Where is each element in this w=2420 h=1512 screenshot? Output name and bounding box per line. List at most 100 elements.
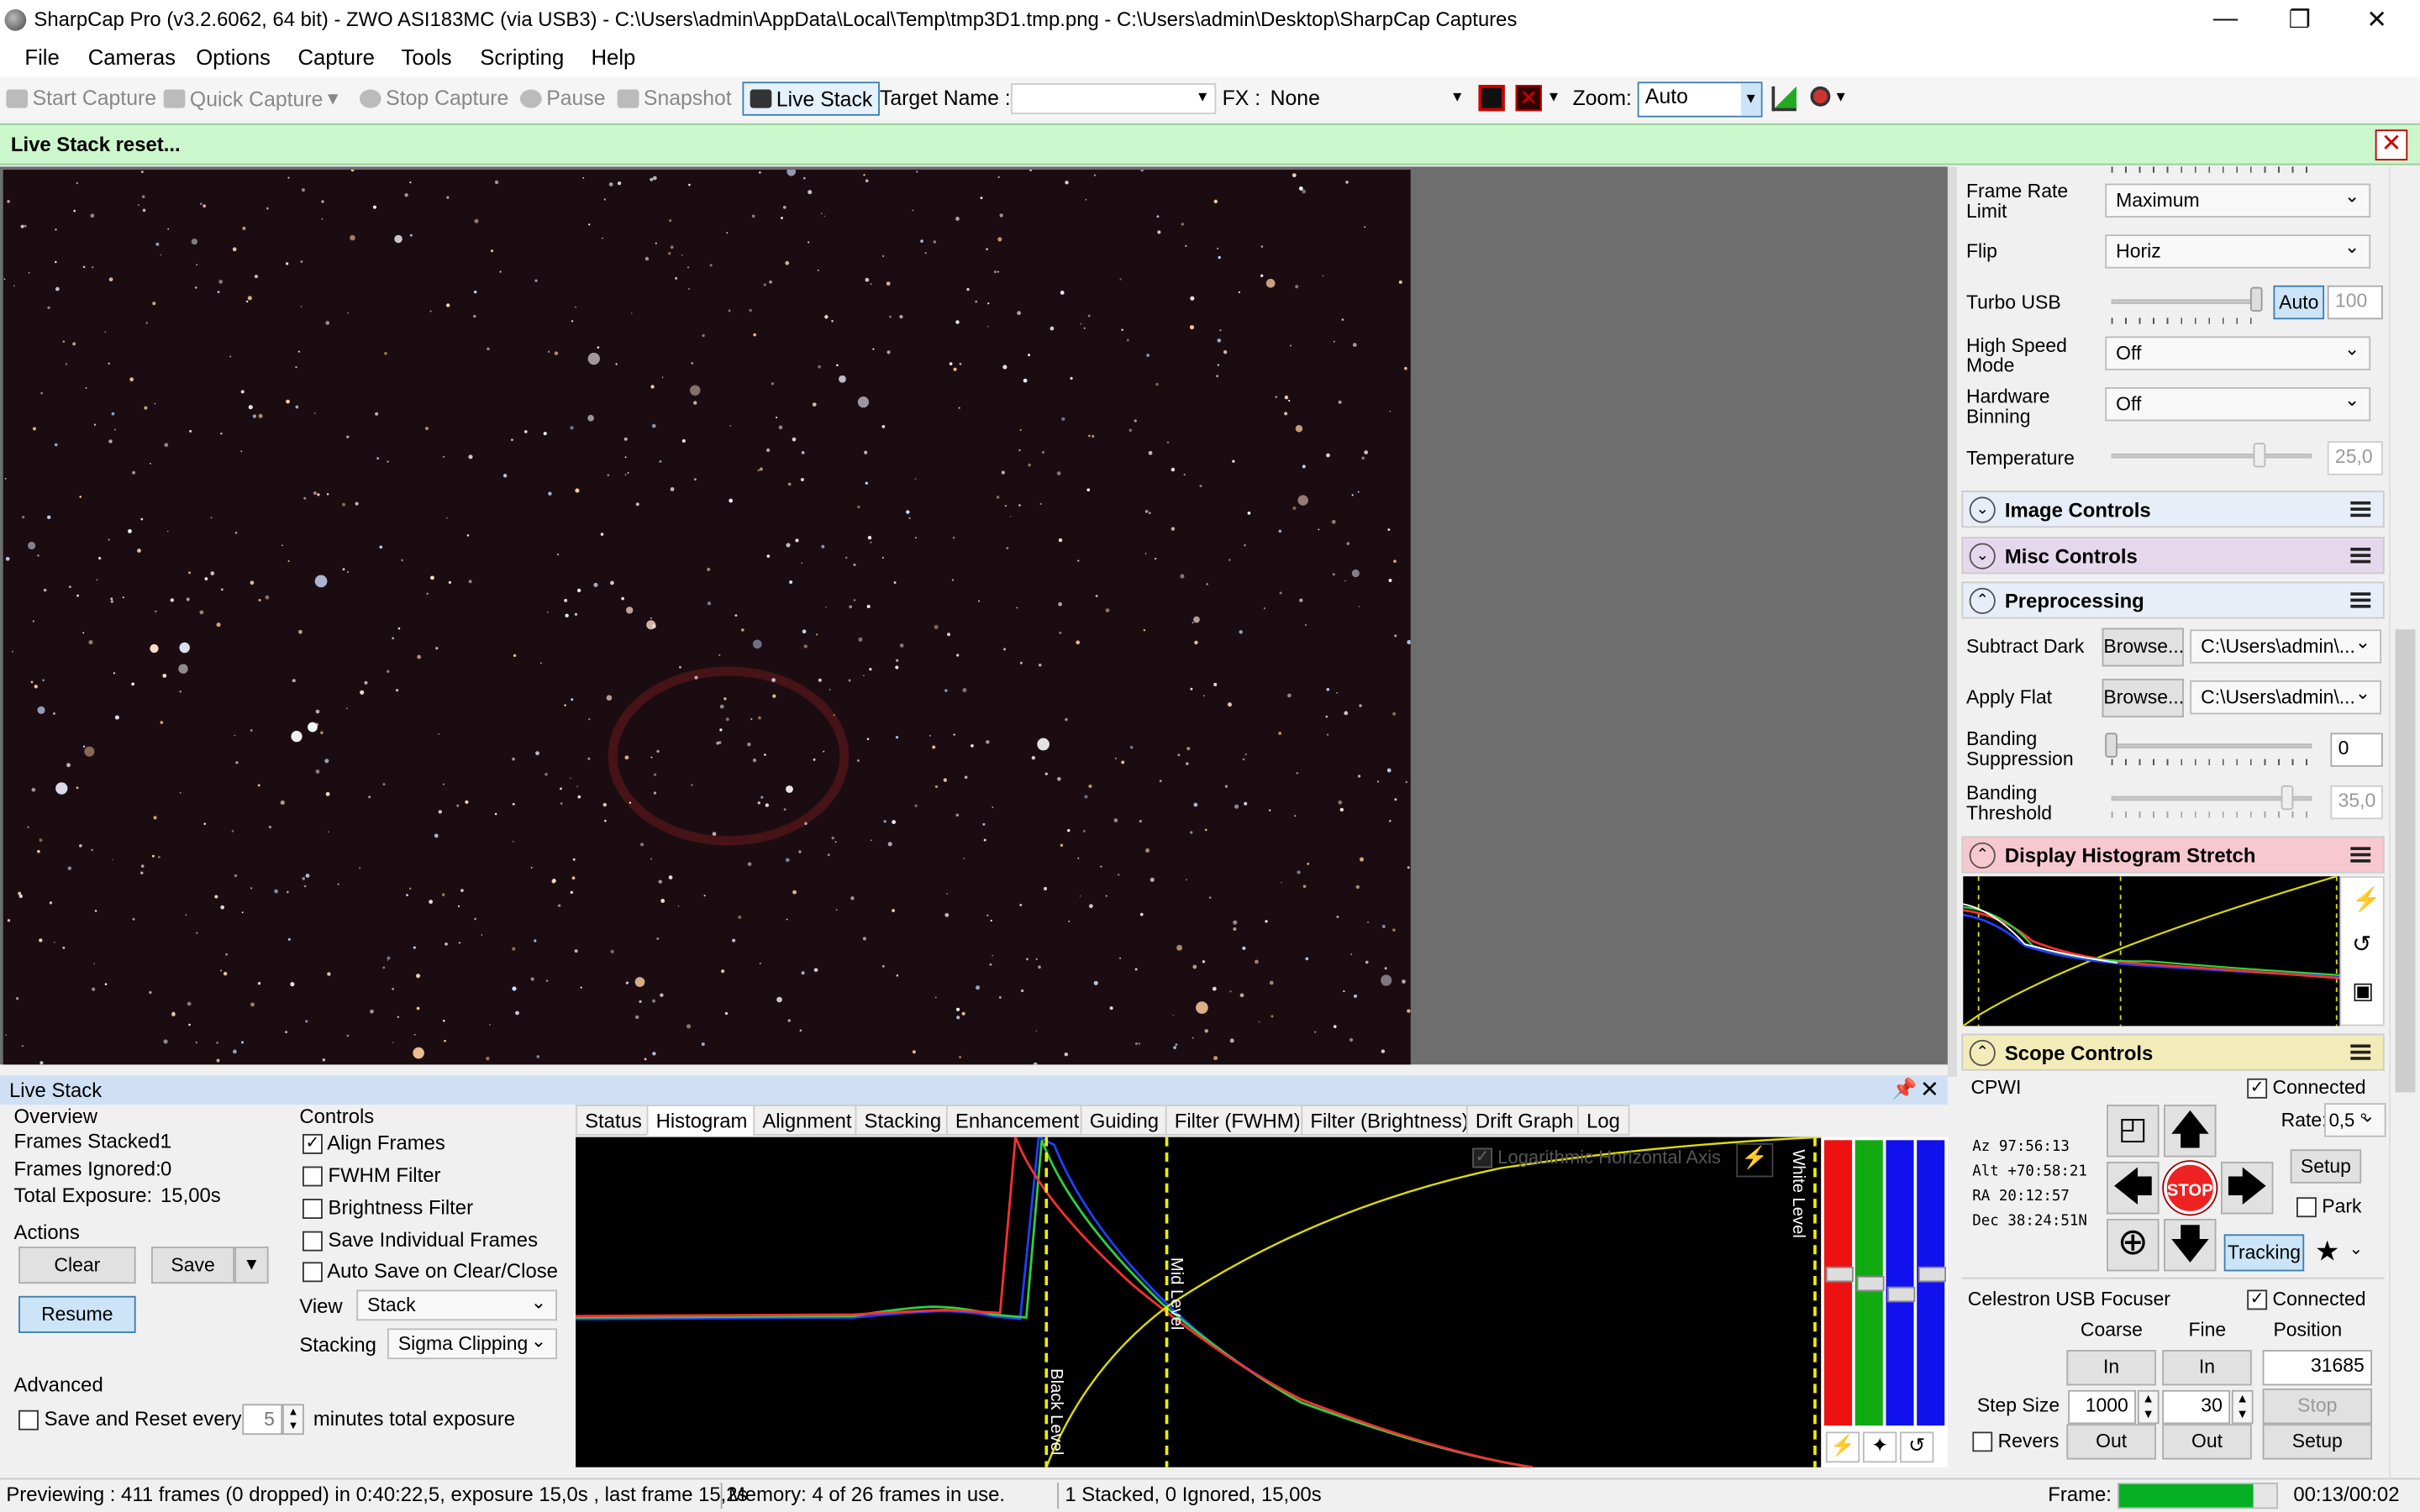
menu-file[interactable]: File xyxy=(24,45,59,69)
hardware-binning-select[interactable]: Off xyxy=(2105,387,2371,422)
save-icon[interactable]: ▣ xyxy=(2352,977,2374,1004)
lum-slider-thumb[interactable] xyxy=(1918,1266,1947,1283)
dark-path-select[interactable]: C:\Users\admin\... xyxy=(2190,629,2382,664)
lightning-icon[interactable]: ⚡ xyxy=(1825,1431,1860,1463)
coarse-out-button[interactable]: Out xyxy=(2066,1424,2156,1460)
coarse-in-button[interactable]: In xyxy=(2066,1350,2156,1386)
menu-icon[interactable] xyxy=(2350,592,2371,608)
snapshot-button[interactable]: Snapshot xyxy=(617,87,732,109)
browse-dark-button[interactable]: Browse... xyxy=(2102,627,2184,667)
tab-histogram[interactable]: Histogram xyxy=(646,1105,757,1136)
brightness-filter-checkbox[interactable]: Brightness Filter xyxy=(302,1195,473,1220)
arrow-up-icon[interactable]: 🡅 xyxy=(2164,1105,2217,1158)
view-select[interactable]: Stack xyxy=(356,1289,558,1321)
reset-icon[interactable]: ↺ xyxy=(1899,1431,1934,1463)
fwhm-filter-checkbox[interactable]: FWHM Filter xyxy=(302,1163,440,1187)
quick-capture-button[interactable]: Quick Capture ▾ xyxy=(163,87,338,111)
high-speed-select[interactable]: Off xyxy=(2105,336,2371,370)
arrow-left-icon[interactable]: 🡄 xyxy=(2107,1162,2160,1215)
green-slider-thumb[interactable] xyxy=(1856,1275,1885,1292)
arrow-right-icon[interactable]: 🡆 xyxy=(2221,1162,2274,1215)
minimize-icon[interactable]: — xyxy=(2188,0,2262,40)
blue-level-slider-2[interactable] xyxy=(1917,1140,1945,1426)
turbo-usb-thumb[interactable] xyxy=(2249,286,2263,312)
red-slider-thumb[interactable] xyxy=(1825,1266,1854,1283)
fine-step-field[interactable]: 30 xyxy=(2162,1389,2231,1425)
menu-cameras[interactable]: Cameras xyxy=(88,45,176,69)
close-icon[interactable]: ✕ xyxy=(2375,129,2408,161)
fine-step-spinner[interactable]: ▲ ▼ xyxy=(2231,1389,2254,1425)
clear-button[interactable]: Clear xyxy=(18,1247,136,1284)
banding-suppression-thumb[interactable] xyxy=(2105,732,2118,758)
minutes-spinner[interactable]: ▲ ▼ xyxy=(282,1404,304,1436)
menu-help[interactable]: Help xyxy=(591,45,635,69)
turbo-value-field[interactable]: 100 xyxy=(2327,285,2383,320)
tab-guiding[interactable]: Guiding xyxy=(1080,1105,1169,1136)
lightning-icon[interactable]: ⚡ xyxy=(2352,885,2381,913)
restore-icon[interactable]: ❐ xyxy=(2263,0,2337,40)
spiral-search-icon[interactable]: ◰ xyxy=(2107,1105,2160,1158)
scope-connected-checkbox[interactable]: ✓ Connected xyxy=(2247,1078,2366,1100)
histogram-icon[interactable] xyxy=(1771,86,1797,112)
fx-select[interactable]: None ▾ xyxy=(1262,83,1471,114)
tab-status[interactable]: Status xyxy=(576,1105,651,1136)
pin-icon[interactable]: 📌 xyxy=(1892,1077,1918,1101)
focuser-setup-button[interactable]: Setup xyxy=(2262,1424,2373,1460)
log-axis-checkbox[interactable]: ✓ Logarithmic Horizontal Axis xyxy=(1472,1147,1721,1168)
tracking-button[interactable]: Tracking xyxy=(2223,1234,2305,1272)
menu-icon[interactable] xyxy=(2350,548,2371,564)
position-field[interactable]: 31685 xyxy=(2262,1350,2373,1386)
banding-suppression-slider[interactable] xyxy=(2111,743,2312,748)
focuser-connected-checkbox[interactable]: ✓ Connected xyxy=(2247,1289,2366,1310)
save-individual-checkbox[interactable]: Save Individual Frames xyxy=(302,1228,538,1252)
close-icon[interactable]: ✕ xyxy=(2339,0,2413,40)
menu-capture[interactable]: Capture xyxy=(297,45,374,69)
red-level-slider[interactable] xyxy=(1823,1140,1853,1426)
coarse-step-spinner[interactable]: ▲ ▼ xyxy=(2137,1389,2160,1425)
stretch-histogram-graph[interactable] xyxy=(1962,875,2340,1027)
scrollbar-thumb[interactable] xyxy=(2395,629,2416,1093)
reset-icon[interactable]: ↺ xyxy=(2352,931,2371,958)
dropdown-arrow-icon[interactable]: ▾ xyxy=(328,87,338,111)
crosshair-icon[interactable]: ✕ xyxy=(1515,85,1542,112)
save-dropdown-icon[interactable]: ▼ xyxy=(234,1247,269,1284)
banding-suppression-value[interactable]: 0 xyxy=(2330,732,2383,767)
tab-drift-graph[interactable]: Drift Graph xyxy=(1465,1105,1583,1136)
image-controls-header[interactable]: ⌄ Image Controls xyxy=(1961,491,2385,528)
live-stack-button[interactable]: Live Stack xyxy=(742,81,881,116)
menu-icon[interactable] xyxy=(2350,1044,2371,1060)
lightning-icon[interactable]: ⚡ xyxy=(1736,1142,1774,1178)
coarse-step-field[interactable]: 1000 xyxy=(2068,1389,2136,1425)
stacking-select[interactable]: Sigma Clipping xyxy=(387,1328,558,1360)
turbo-usb-slider[interactable] xyxy=(2111,299,2260,304)
histogram-stretch-header[interactable]: ⌃ Display Histogram Stretch xyxy=(1961,836,2385,874)
arrow-down-icon[interactable]: 🡇 xyxy=(2164,1218,2217,1272)
blue-level-slider[interactable] xyxy=(1886,1140,1914,1426)
browse-flat-button[interactable]: Browse... xyxy=(2102,679,2184,718)
save-button[interactable]: Save xyxy=(150,1247,235,1284)
fine-in-button[interactable]: In xyxy=(2162,1350,2252,1386)
blue-slider-thumb[interactable] xyxy=(1887,1286,1916,1303)
turbo-auto-button[interactable]: Auto xyxy=(2273,285,2325,320)
tab-filter-brightness[interactable]: Filter (Brightness) xyxy=(1301,1105,1478,1136)
menu-scripting[interactable]: Scripting xyxy=(480,45,564,69)
sparkle-icon[interactable]: ✦ xyxy=(1862,1431,1897,1463)
zoom-select[interactable]: Auto ▾ xyxy=(1637,81,1763,118)
tab-enhancement[interactable]: Enhancement xyxy=(945,1105,1089,1136)
stop-capture-button[interactable]: Stop Capture xyxy=(359,87,508,109)
dropdown-arrow-icon[interactable]: ▾ xyxy=(1837,87,1845,107)
save-reset-checkbox[interactable]: Save and Reset every xyxy=(18,1407,242,1431)
zoom-tool-icon[interactable] xyxy=(1810,86,1831,107)
misc-controls-header[interactable]: ⌄ Misc Controls xyxy=(1961,537,2385,575)
menu-icon[interactable] xyxy=(2350,501,2371,517)
tab-alignment[interactable]: Alignment xyxy=(753,1105,861,1136)
star-icon[interactable]: ★ xyxy=(2311,1234,2344,1271)
tab-filter-fwhm[interactable]: Filter (FWHM) xyxy=(1165,1105,1310,1136)
target-icon[interactable]: ⊕ xyxy=(2107,1218,2160,1272)
save-reset-minutes[interactable]: 5 xyxy=(242,1404,283,1436)
flat-path-select[interactable]: C:\Users\admin\... xyxy=(2190,680,2382,715)
auto-save-checkbox[interactable]: Auto Save on Clear/Close xyxy=(302,1259,558,1283)
splitter[interactable] xyxy=(1947,166,1957,1078)
right-panel-scrollbar[interactable] xyxy=(2389,166,2420,1478)
menu-icon[interactable] xyxy=(2350,847,2371,863)
